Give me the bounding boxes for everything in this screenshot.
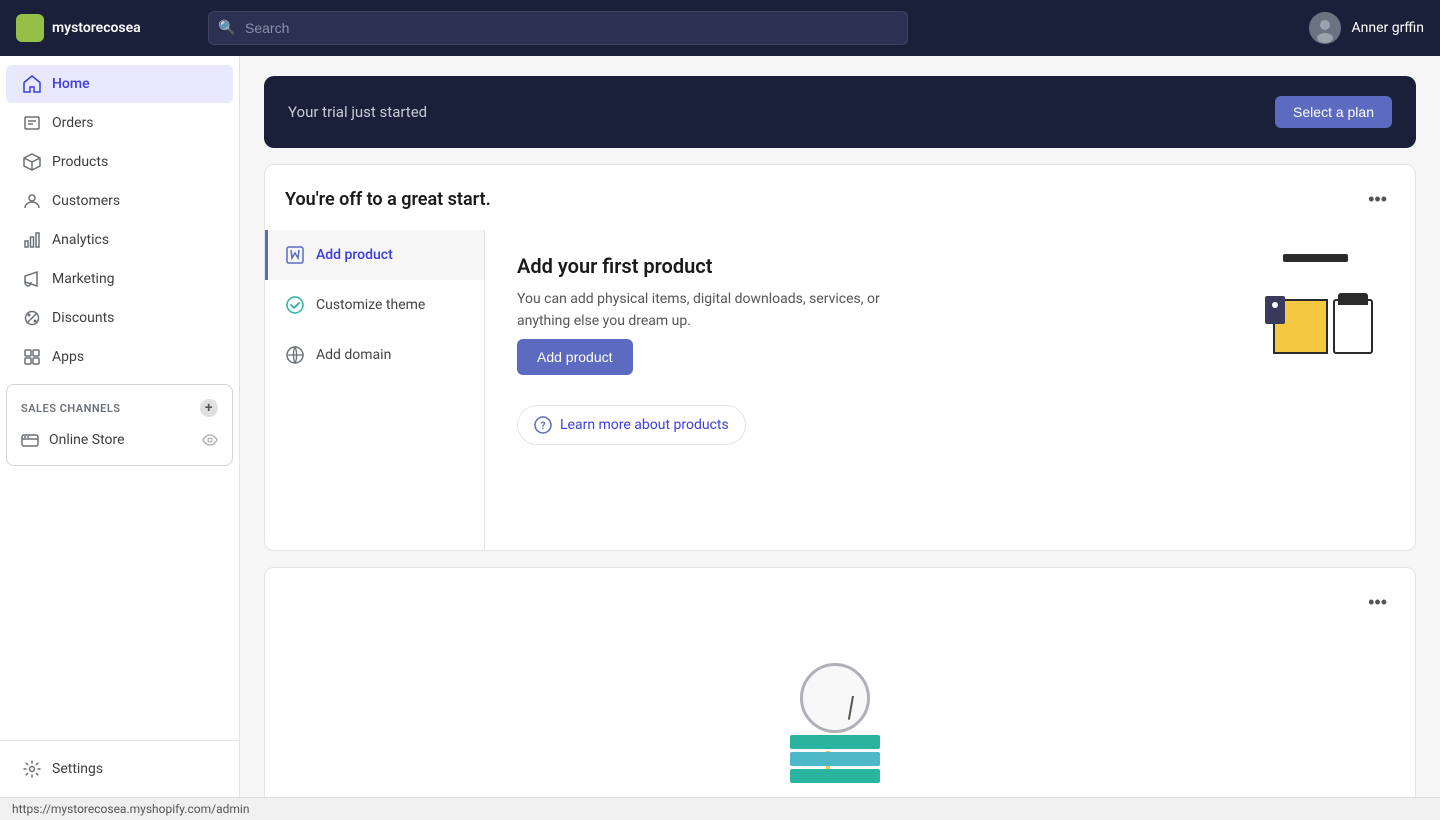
sidebar-item-home-label: Home xyxy=(52,76,90,92)
book-1 xyxy=(790,735,880,749)
url-bar: https://mystorecosea.myshopify.com/admin xyxy=(0,797,1440,820)
sidebar-nav: Home Orders Products Cu xyxy=(0,56,239,740)
step-add-product-label: Add product xyxy=(316,247,393,263)
sales-channels-label: SALES CHANNELS xyxy=(21,402,121,415)
sidebar-item-products-label: Products xyxy=(52,154,108,170)
online-store-icon xyxy=(21,431,39,449)
card-body: Add product Customize theme xyxy=(265,230,1415,550)
sidebar-item-settings[interactable]: Settings xyxy=(6,750,233,788)
step-add-domain-label: Add domain xyxy=(316,347,391,363)
add-sales-channel-button[interactable]: + xyxy=(200,399,218,417)
sales-channels-section: SALES CHANNELS + Online Store xyxy=(6,384,233,466)
book-2 xyxy=(790,752,880,766)
great-start-card: You're off to a great start. ••• Ad xyxy=(264,164,1416,551)
book-3 xyxy=(790,769,880,783)
trial-banner: Your trial just started Select a plan xyxy=(264,76,1416,148)
add-product-button[interactable]: Add product xyxy=(517,339,633,375)
learn-more-question-icon: ? xyxy=(534,416,552,434)
learn-more-container: ? Learn more about products xyxy=(517,405,1383,445)
search-icon: 🔍 xyxy=(218,20,235,36)
sidebar-item-products[interactable]: Products xyxy=(6,143,233,181)
step-add-product[interactable]: Add product xyxy=(265,230,484,280)
prod-can-top-shape xyxy=(1338,293,1368,305)
sidebar-item-apps[interactable]: Apps xyxy=(6,338,233,376)
store-name: mystorecosea xyxy=(52,20,141,36)
apps-icon xyxy=(22,347,42,367)
home-icon xyxy=(22,74,42,94)
customize-theme-step-icon xyxy=(284,294,306,316)
learn-more-link[interactable]: ? Learn more about products xyxy=(517,405,746,445)
step-content-row: Add your first product You can add physi… xyxy=(517,254,1383,375)
top-navigation: mystorecosea 🔍 Anner grffin xyxy=(0,0,1440,56)
compass-wrap xyxy=(780,663,900,783)
user-name: Anner grffin xyxy=(1351,20,1424,36)
sidebar-item-customers-label: Customers xyxy=(52,193,120,209)
select-plan-button[interactable]: Select a plan xyxy=(1275,96,1392,128)
analytics-card: ••• xyxy=(264,567,1416,797)
shopify-logo xyxy=(16,14,44,42)
card-header: You're off to a great start. ••• xyxy=(265,165,1415,230)
compass-illustration xyxy=(770,653,910,793)
sidebar-item-settings-label: Settings xyxy=(52,761,103,777)
sidebar-item-marketing[interactable]: Marketing xyxy=(6,260,233,298)
learn-more-text: Learn more about products xyxy=(560,417,729,433)
topnav-right: Anner grffin xyxy=(1309,12,1424,44)
store-brand[interactable]: mystorecosea xyxy=(16,14,196,42)
sidebar: Home Orders Products Cu xyxy=(0,56,240,797)
product-illustration xyxy=(1253,254,1383,364)
online-store-left: Online Store xyxy=(21,431,125,449)
add-domain-step-icon xyxy=(284,344,306,366)
analytics-card-header: ••• xyxy=(265,568,1415,633)
prod-tag-shape xyxy=(1265,296,1285,324)
compass-books xyxy=(790,735,880,783)
settings-icon xyxy=(22,759,42,779)
step-content-desc: You can add physical items, digital down… xyxy=(517,288,897,333)
url-text: https://mystorecosea.myshopify.com/admin xyxy=(12,802,249,816)
search-bar[interactable]: 🔍 xyxy=(208,11,908,45)
more-options-button[interactable]: ••• xyxy=(1360,185,1395,214)
sidebar-bottom: Settings xyxy=(0,740,239,797)
sidebar-item-discounts-label: Discounts xyxy=(52,310,114,326)
compass-circle xyxy=(800,663,870,733)
sidebar-item-orders[interactable]: Orders xyxy=(6,104,233,142)
sidebar-item-apps-label: Apps xyxy=(52,349,84,365)
online-store-label: Online Store xyxy=(49,432,125,448)
prod-can-shape xyxy=(1333,299,1373,354)
svg-text:?: ? xyxy=(541,421,546,432)
step-customize-theme[interactable]: Customize theme xyxy=(265,280,484,330)
step-add-domain[interactable]: Add domain xyxy=(265,330,484,380)
active-step-content: Add your first product You can add physi… xyxy=(485,230,1415,550)
card-title: You're off to a great start. xyxy=(285,189,491,210)
sales-channels-header: SALES CHANNELS + xyxy=(7,393,232,423)
search-input[interactable] xyxy=(208,11,908,45)
analytics-icon xyxy=(22,230,42,250)
step-customize-theme-label: Customize theme xyxy=(316,297,425,313)
trial-message: Your trial just started xyxy=(288,103,427,121)
sidebar-item-marketing-label: Marketing xyxy=(52,271,115,287)
compass-needle xyxy=(848,696,854,720)
orders-icon xyxy=(22,113,42,133)
analytics-card-content xyxy=(265,633,1415,797)
discounts-icon xyxy=(22,308,42,328)
sidebar-item-online-store[interactable]: Online Store xyxy=(7,423,232,457)
main-layout: Home Orders Products Cu xyxy=(0,56,1440,797)
sidebar-item-orders-label: Orders xyxy=(52,115,94,131)
main-content: Your trial just started Select a plan Yo… xyxy=(240,56,1440,797)
avatar[interactable] xyxy=(1309,12,1341,44)
sidebar-item-customers[interactable]: Customers xyxy=(6,182,233,220)
eye-icon xyxy=(202,432,218,448)
step-content-text: Add your first product You can add physi… xyxy=(517,254,1233,375)
prod-lid-shape xyxy=(1283,254,1348,262)
analytics-more-options-button[interactable]: ••• xyxy=(1360,588,1395,617)
customers-icon xyxy=(22,191,42,211)
products-icon xyxy=(22,152,42,172)
steps-list: Add product Customize theme xyxy=(265,230,485,550)
marketing-icon xyxy=(22,269,42,289)
add-product-step-icon xyxy=(284,244,306,266)
step-content-title: Add your first product xyxy=(517,254,1233,278)
sidebar-item-home[interactable]: Home xyxy=(6,65,233,103)
sidebar-item-analytics[interactable]: Analytics xyxy=(6,221,233,259)
sidebar-item-discounts[interactable]: Discounts xyxy=(6,299,233,337)
sidebar-item-analytics-label: Analytics xyxy=(52,232,109,248)
